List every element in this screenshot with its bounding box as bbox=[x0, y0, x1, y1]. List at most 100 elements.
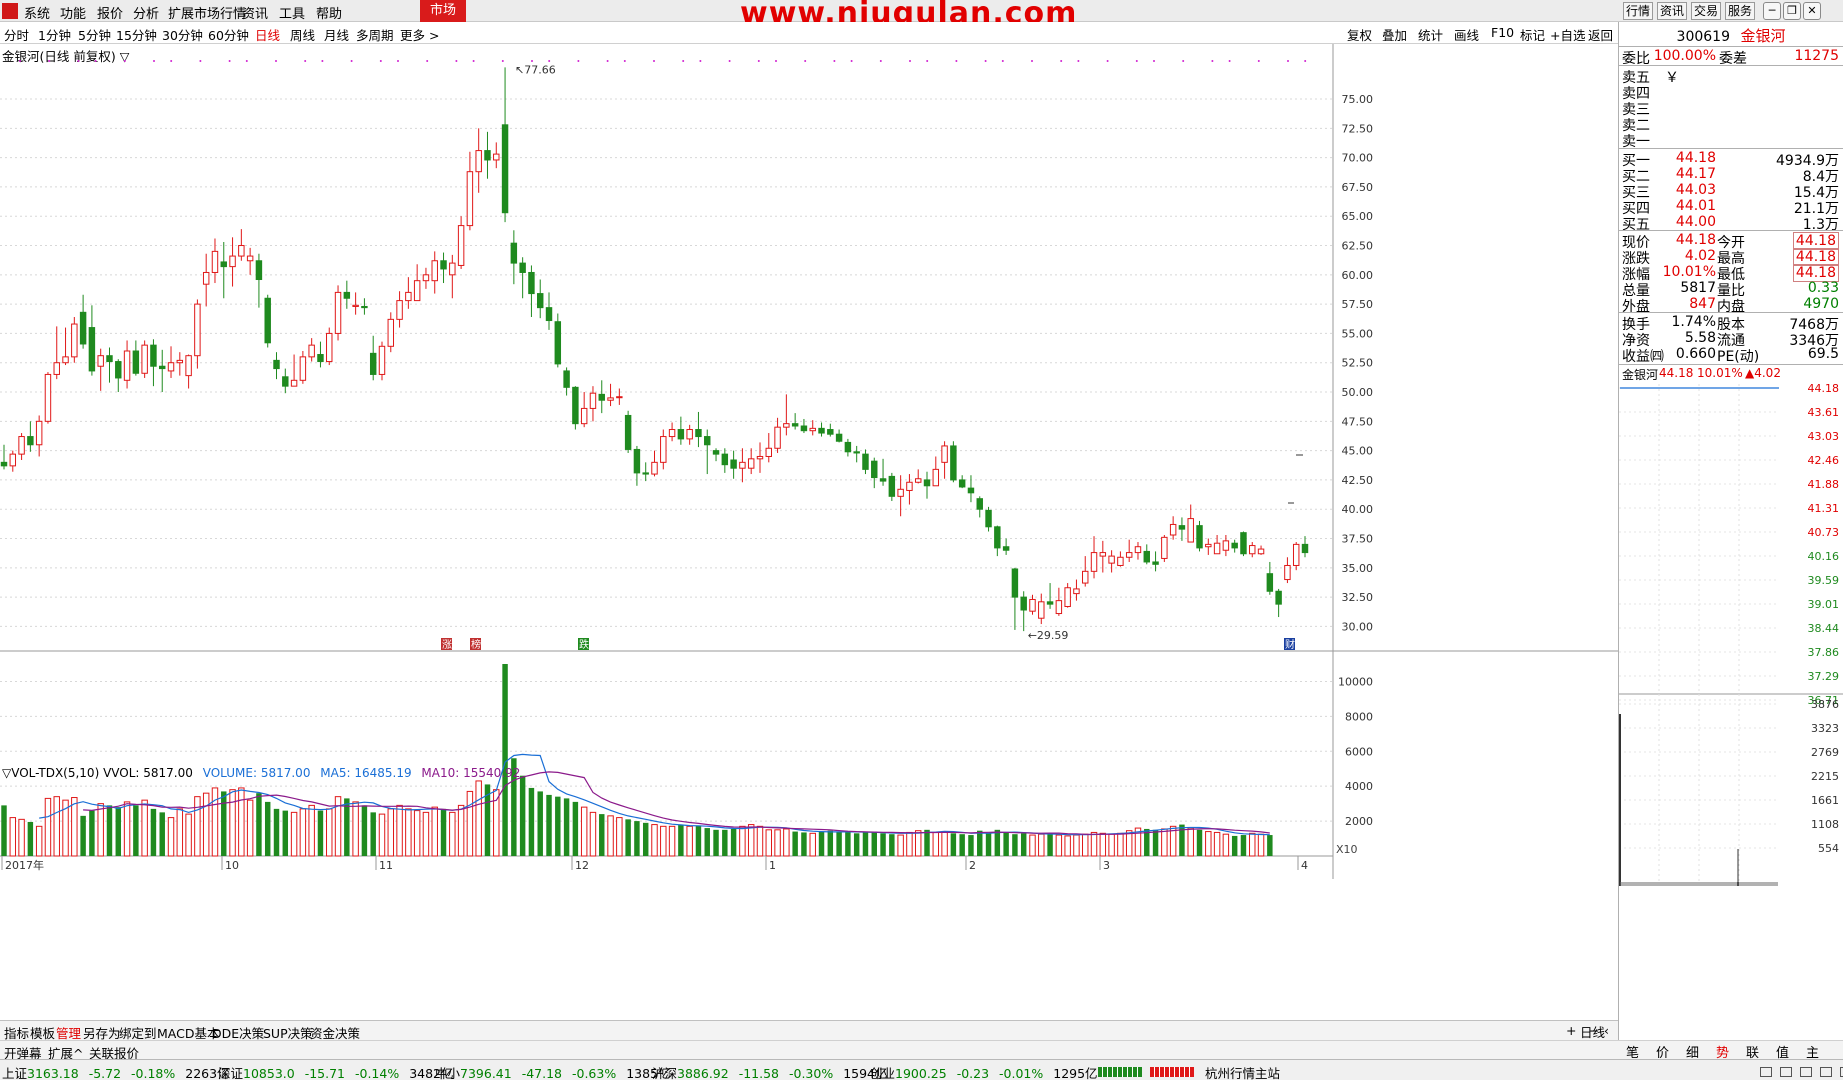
volume-bar-up bbox=[387, 808, 395, 857]
period-monthly[interactable]: 月线 bbox=[324, 25, 349, 44]
period-label[interactable]: 日线 bbox=[1580, 1022, 1605, 1041]
candle-body-down bbox=[1152, 561, 1159, 565]
candle-body-down bbox=[369, 352, 377, 375]
volume-bar-up bbox=[185, 813, 192, 857]
candle-body-down bbox=[624, 414, 632, 450]
period-60min[interactable]: 60分钟 bbox=[208, 25, 249, 44]
stock-code: 300619 bbox=[1676, 29, 1730, 45]
volume-bar-up bbox=[238, 787, 245, 857]
menu-help[interactable]: 帮助 bbox=[316, 3, 342, 22]
mini-pct: 10.01% bbox=[1697, 366, 1743, 380]
tool-biaoji[interactable]: 标记 bbox=[1520, 25, 1545, 44]
period-15min[interactable]: 15分钟 bbox=[116, 25, 157, 44]
event-marker-label: 榜 bbox=[471, 638, 481, 651]
volume-bar-up bbox=[352, 801, 359, 857]
index-hs[interactable]: 沪深3886.92 -11.58 -0.30% 1594亿 bbox=[652, 1063, 888, 1082]
period-more[interactable]: 更多 > bbox=[400, 25, 439, 44]
event-dot bbox=[1287, 60, 1289, 62]
buy-price: 44.03 bbox=[1675, 182, 1716, 198]
period-weekly[interactable]: 周线 bbox=[290, 25, 315, 44]
period-multi[interactable]: 多周期 bbox=[356, 25, 394, 44]
tool-f10[interactable]: F10 bbox=[1491, 25, 1514, 40]
menu-system[interactable]: 系统 bbox=[24, 3, 50, 22]
menu-ext-market[interactable]: 扩展市场行情 bbox=[168, 3, 246, 22]
candle-body-up bbox=[1249, 545, 1256, 555]
period-5min[interactable]: 5分钟 bbox=[78, 25, 111, 44]
index-sh[interactable]: 上证3163.18 -5.72 -0.18% 2263亿 bbox=[2, 1063, 230, 1082]
index-cy[interactable]: 创业1900.25 -0.23 -0.01% 1295亿 bbox=[870, 1063, 1098, 1082]
tool-huaxian[interactable]: 画线 bbox=[1454, 25, 1479, 44]
price-tick-label: 37.50 bbox=[1342, 533, 1374, 546]
candle-body-up bbox=[396, 300, 403, 320]
candle-body-down bbox=[853, 451, 860, 454]
btn-hangqing[interactable]: 行情 bbox=[1623, 2, 1653, 20]
candle-body-down bbox=[1178, 525, 1186, 530]
price-tick-label: 67.50 bbox=[1342, 181, 1374, 194]
candle-body-down bbox=[220, 261, 227, 268]
price-tick-label: 70.00 bbox=[1342, 152, 1374, 165]
intraday-mini-chart[interactable]: 44.18 43.61 43.03 42.46 41.88 41.31 40.73 40.16… bbox=[1619, 384, 1843, 1034]
menu-function[interactable]: 功能 bbox=[60, 3, 86, 22]
tool-diejia[interactable]: 叠加 bbox=[1382, 25, 1407, 44]
server-site[interactable]: 杭州行情主站 bbox=[1205, 1063, 1280, 1082]
event-dot bbox=[123, 60, 126, 62]
candle-body-down bbox=[1002, 546, 1010, 551]
candle-body-down bbox=[159, 365, 166, 370]
volume-bar-down bbox=[1231, 835, 1238, 856]
kline-chart[interactable]: 75.00 72.50 70.00 67.50 65.00 62.50 60.00 57.50… bbox=[0, 44, 1618, 1020]
volume-bar-down bbox=[994, 829, 1001, 856]
event-dot bbox=[879, 60, 882, 62]
volume-bar-up bbox=[1082, 833, 1089, 857]
index-sz[interactable]: 深证10853.0 -15.71 -0.14% 3482亿 bbox=[218, 1063, 454, 1082]
minimize-icon[interactable]: ─ bbox=[1763, 2, 1781, 20]
period-fenshi[interactable]: 分时 bbox=[4, 25, 29, 44]
candle-body-down bbox=[923, 479, 931, 487]
mini-price-label: 37.29 bbox=[1808, 670, 1840, 683]
candle-body-down bbox=[106, 355, 113, 363]
btn-jiaoyi[interactable]: 交易 bbox=[1691, 2, 1721, 20]
candle-body-up bbox=[1284, 564, 1291, 581]
add-tab-icon[interactable]: + bbox=[1566, 1023, 1576, 1038]
restore-icon[interactable]: ❐ bbox=[1783, 2, 1801, 20]
close-icon[interactable]: ✕ bbox=[1803, 2, 1821, 20]
candle-body-down bbox=[844, 441, 852, 453]
volume-bar-down bbox=[563, 798, 570, 856]
menu-info[interactable]: 资讯 bbox=[242, 3, 268, 22]
mini-price-label: 44.18 bbox=[1808, 384, 1840, 395]
period-daily[interactable]: 日线 bbox=[255, 25, 280, 44]
period-1min[interactable]: 1分钟 bbox=[38, 25, 71, 44]
menu-analysis[interactable]: 分析 bbox=[133, 3, 159, 22]
candle-body-down bbox=[633, 448, 641, 474]
period-30min[interactable]: 30分钟 bbox=[162, 25, 203, 44]
menu-tools[interactable]: 工具 bbox=[279, 3, 305, 22]
btn-fuwu[interactable]: 服务 bbox=[1725, 2, 1755, 20]
event-dot bbox=[833, 60, 836, 62]
fund-label2: PE(动) bbox=[1717, 349, 1760, 365]
tool-fanhui[interactable]: 返回 bbox=[1588, 25, 1613, 44]
event-dot bbox=[228, 60, 231, 62]
volume-bar-down bbox=[80, 815, 86, 856]
candle-body-up bbox=[589, 392, 597, 409]
volume-bar-down bbox=[115, 807, 122, 856]
price-tick-label: 60.00 bbox=[1342, 269, 1374, 282]
volume-bar-up bbox=[616, 817, 623, 857]
volume-bar-down bbox=[695, 825, 702, 856]
event-dot bbox=[909, 60, 911, 62]
stat-value2: 4970 bbox=[1803, 296, 1839, 312]
indicator-tabs-bar: 指标 模板 管理 另存为 绑定到 MACD基本 DDE决策 SUP决策 资金决策… bbox=[0, 1020, 1618, 1041]
candle-body-down bbox=[317, 354, 324, 363]
candle-body-up bbox=[774, 426, 781, 449]
tool-zixuan[interactable]: +自选 bbox=[1550, 25, 1585, 44]
mini-vol-label: 2769 bbox=[1811, 746, 1839, 759]
candle-body-up bbox=[765, 447, 773, 457]
tool-fuquan[interactable]: 复权 bbox=[1347, 25, 1372, 44]
menu-market[interactable]: 市场 bbox=[420, 0, 466, 22]
tool-tongji[interactable]: 统计 bbox=[1418, 25, 1443, 44]
event-dot bbox=[397, 60, 399, 62]
index-zx[interactable]: 中小7396.41 -47.18 -0.63% 1385亿 bbox=[435, 1063, 671, 1082]
price-tick-label: 45.00 bbox=[1342, 445, 1374, 458]
volume-bar-down bbox=[836, 831, 842, 856]
btn-zixun[interactable]: 资讯 bbox=[1657, 2, 1687, 20]
price-tick-label: 47.50 bbox=[1342, 415, 1374, 428]
menu-quote[interactable]: 报价 bbox=[97, 3, 123, 22]
